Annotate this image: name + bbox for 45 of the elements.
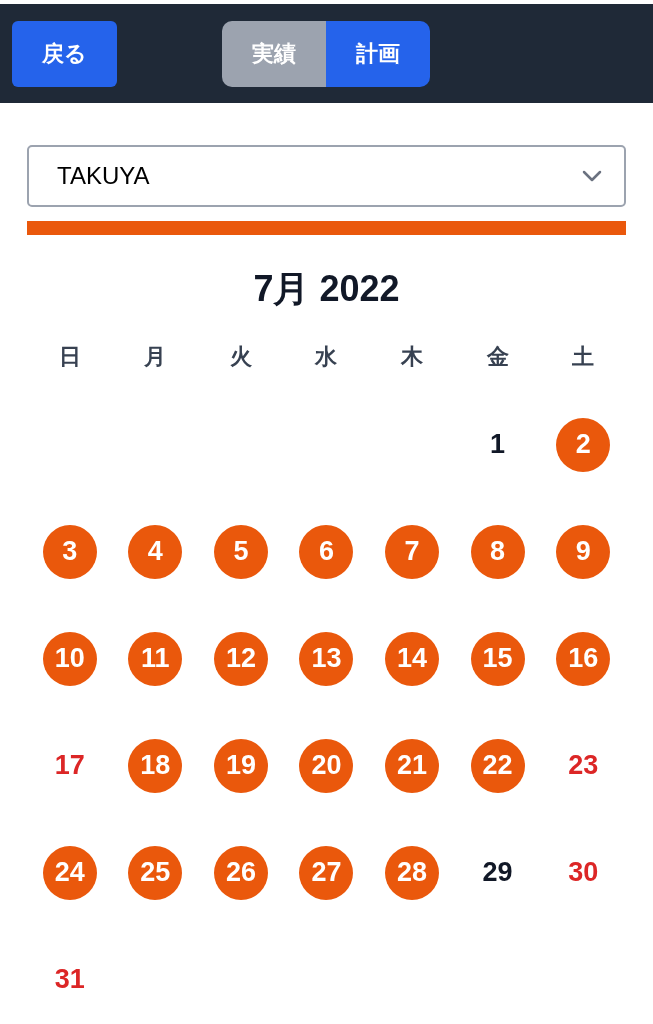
marked-day[interactable]: 5	[213, 524, 268, 579]
marked-day[interactable]: 24	[42, 845, 97, 900]
marked-day[interactable]: 25	[128, 845, 183, 900]
month-title: 7月 2022	[252, 267, 401, 311]
marked-day[interactable]: 4	[128, 524, 183, 579]
marked-day[interactable]: 26	[213, 845, 268, 900]
marked-day[interactable]: 19	[213, 738, 268, 793]
tab[interactable]: 計画	[326, 20, 430, 87]
marked-day[interactable]: 9	[556, 524, 611, 579]
marked-day[interactable]: 16	[556, 631, 611, 686]
selected-user: TAKUYA	[57, 161, 150, 191]
marked-day[interactable]: 22	[470, 738, 525, 793]
back-button[interactable]: 戻る	[12, 20, 117, 87]
marked-day[interactable]: 8	[470, 524, 525, 579]
weekday-label: 金	[486, 343, 509, 371]
weekday-label: 水	[315, 343, 338, 371]
marked-day[interactable]: 21	[385, 738, 440, 793]
marked-day[interactable]: 15	[470, 631, 525, 686]
weekday-label: 日	[58, 343, 81, 371]
weekday-label: 火	[229, 343, 252, 371]
chevron-down-icon	[582, 170, 602, 182]
calendar-day[interactable]: 29	[470, 845, 525, 900]
marked-day[interactable]: 11	[128, 631, 183, 686]
calendar-day[interactable]: 1	[470, 417, 525, 472]
marked-day[interactable]: 2	[556, 417, 611, 472]
holiday-day[interactable]: 31	[42, 952, 97, 1007]
marked-day[interactable]: 27	[299, 845, 354, 900]
holiday-day[interactable]: 23	[556, 738, 611, 793]
marked-day[interactable]: 13	[299, 631, 354, 686]
marked-day[interactable]: 3	[42, 524, 97, 579]
tab[interactable]: 実績	[222, 20, 326, 87]
weekday-label: 月	[144, 343, 167, 371]
marked-day[interactable]: 14	[385, 631, 440, 686]
marked-day[interactable]: 18	[128, 738, 183, 793]
marked-day[interactable]: 28	[385, 845, 440, 900]
user-select[interactable]: TAKUYA	[27, 145, 626, 207]
marked-day[interactable]: 10	[42, 631, 97, 686]
marked-day[interactable]: 20	[299, 738, 354, 793]
marked-day[interactable]: 6	[299, 524, 354, 579]
weekday-label: 土	[572, 343, 595, 371]
marked-day[interactable]: 12	[213, 631, 268, 686]
holiday-day[interactable]: 30	[556, 845, 611, 900]
weekday-label: 木	[401, 343, 424, 371]
marked-day[interactable]: 7	[385, 524, 440, 579]
holiday-day[interactable]: 17	[42, 738, 97, 793]
